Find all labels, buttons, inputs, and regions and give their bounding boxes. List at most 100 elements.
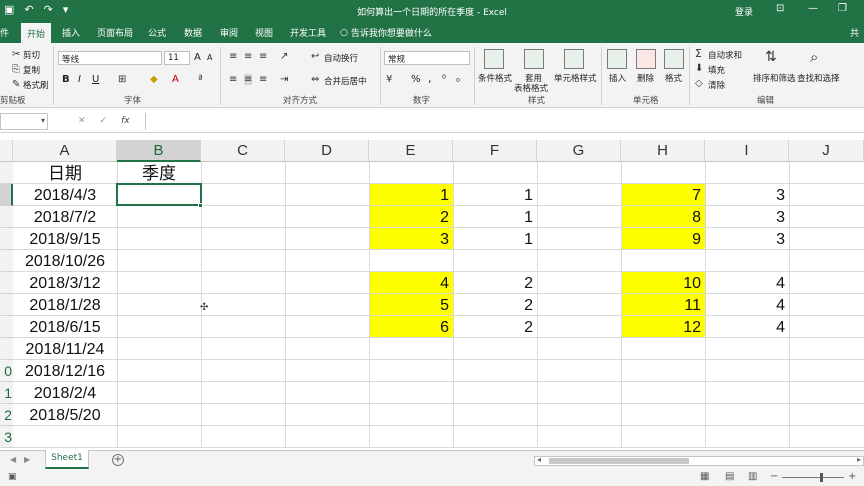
- page-layout-view-icon[interactable]: ▤: [725, 471, 734, 482]
- tab-data[interactable]: 数据: [184, 26, 202, 39]
- row-header[interactable]: 1: [0, 382, 13, 404]
- format-cells-button[interactable]: 格式: [665, 72, 682, 84]
- column-header-g[interactable]: G: [537, 140, 621, 162]
- cell-styles-button[interactable]: 单元格样式: [554, 72, 597, 84]
- cell-month[interactable]: 9: [621, 228, 701, 250]
- fill-button[interactable]: 填充: [708, 64, 725, 76]
- phonetic-icon[interactable]: ª: [198, 74, 203, 85]
- bold-button[interactable]: B: [62, 74, 70, 85]
- row-header[interactable]: [0, 250, 13, 272]
- page-break-view-icon[interactable]: ▥: [748, 471, 757, 482]
- font-name-select[interactable]: 等线: [58, 51, 162, 65]
- row-header[interactable]: [0, 206, 13, 228]
- cell-quarter[interactable]: 3: [705, 184, 785, 206]
- cell-date[interactable]: 2018/12/16: [13, 360, 117, 382]
- number-format-select[interactable]: 常规: [384, 51, 470, 65]
- row-header[interactable]: [0, 338, 13, 360]
- cell-month[interactable]: 6: [369, 316, 449, 338]
- cell-date[interactable]: 2018/11/24: [13, 338, 117, 360]
- indent-icon[interactable]: ⇥: [280, 74, 288, 85]
- tab-insert[interactable]: 插入: [62, 26, 80, 39]
- cell-month[interactable]: 2: [369, 206, 449, 228]
- cut-button[interactable]: 剪切: [23, 49, 40, 61]
- row-header[interactable]: 2: [0, 404, 13, 426]
- cell-quarter[interactable]: 3: [705, 228, 785, 250]
- cell-quarter[interactable]: 2: [453, 316, 533, 338]
- column-header-j[interactable]: J: [789, 140, 864, 162]
- scroll-right-icon[interactable]: ▸: [857, 455, 861, 464]
- cell-quarter[interactable]: 2: [453, 294, 533, 316]
- cell-month[interactable]: 1: [369, 184, 449, 206]
- row-header[interactable]: [0, 316, 13, 338]
- cell-quarter[interactable]: 1: [453, 206, 533, 228]
- delete-cells-button[interactable]: 删除: [637, 72, 654, 84]
- zoom-out-icon[interactable]: −: [770, 471, 778, 482]
- zoom-slider-thumb[interactable]: [820, 473, 823, 482]
- borders-icon[interactable]: ⊞: [118, 74, 126, 85]
- align-right-icon[interactable]: ≡: [259, 74, 267, 85]
- cancel-icon[interactable]: ✕: [78, 116, 86, 126]
- column-header-h[interactable]: H: [621, 140, 705, 162]
- increase-decimal-icon[interactable]: ⁰: [442, 74, 446, 85]
- horizontal-scrollbar[interactable]: ◂ ▸: [534, 455, 864, 466]
- cell-date[interactable]: 2018/6/15: [13, 316, 117, 338]
- scrollbar-thumb[interactable]: [549, 458, 689, 464]
- cell-quarter[interactable]: 3: [705, 206, 785, 228]
- active-cell-b2[interactable]: [116, 183, 202, 206]
- column-header-f[interactable]: F: [453, 140, 537, 162]
- row-header[interactable]: [0, 184, 13, 206]
- column-header-e[interactable]: E: [369, 140, 453, 162]
- select-all-corner[interactable]: [0, 140, 13, 162]
- tell-me-box[interactable]: ○ 告诉我你想要做什么: [340, 26, 432, 40]
- tab-review[interactable]: 审阅: [220, 26, 238, 39]
- cell-date[interactable]: 2018/5/20: [13, 404, 117, 426]
- italic-button[interactable]: I: [78, 74, 81, 85]
- sheet-nav-right-icon[interactable]: ▶: [24, 455, 30, 464]
- cell-date[interactable]: 2018/9/15: [13, 228, 117, 250]
- sheet-tab-sheet1[interactable]: Sheet1: [45, 450, 89, 469]
- font-color-icon[interactable]: A: [172, 74, 179, 85]
- column-header-i[interactable]: I: [705, 140, 789, 162]
- insert-function-icon[interactable]: fx: [121, 116, 130, 126]
- cell-quarter[interactable]: 4: [705, 272, 785, 294]
- minimize-icon[interactable]: —: [808, 3, 818, 14]
- name-box[interactable]: ▾: [0, 113, 48, 130]
- column-header-b[interactable]: B: [117, 140, 201, 162]
- ribbon-display-options-icon[interactable]: ⊡: [776, 3, 784, 14]
- copy-button[interactable]: 复制: [23, 64, 40, 76]
- enter-icon[interactable]: ✓: [100, 116, 108, 126]
- align-left-icon[interactable]: ≡: [229, 74, 237, 85]
- normal-view-icon[interactable]: ▦: [700, 471, 709, 482]
- tab-home[interactable]: 开始: [21, 23, 52, 43]
- column-header-c[interactable]: C: [201, 140, 285, 162]
- cell-month[interactable]: 8: [621, 206, 701, 228]
- add-sheet-button[interactable]: +: [112, 454, 124, 466]
- cell-date[interactable]: 2018/10/26: [13, 250, 117, 272]
- row-header[interactable]: [0, 228, 13, 250]
- tab-view[interactable]: 视图: [255, 26, 273, 39]
- decrease-decimal-icon[interactable]: ₀: [456, 74, 460, 85]
- zoom-slider[interactable]: [782, 477, 844, 478]
- accounting-format-icon[interactable]: ¥: [386, 74, 392, 85]
- tab-file[interactable]: 件: [0, 26, 9, 39]
- scroll-left-icon[interactable]: ◂: [537, 455, 541, 464]
- fill-color-icon[interactable]: ◆: [150, 74, 158, 85]
- clear-button[interactable]: 清除: [708, 79, 725, 91]
- cell-quarter[interactable]: 4: [705, 316, 785, 338]
- row-header[interactable]: [0, 272, 13, 294]
- cell-date[interactable]: 2018/4/3: [13, 184, 117, 206]
- align-bottom-icon[interactable]: ≡: [259, 51, 267, 62]
- cell-month[interactable]: 12: [621, 316, 701, 338]
- cell-month[interactable]: 4: [369, 272, 449, 294]
- find-select-button[interactable]: 查找和选择: [797, 72, 840, 84]
- cell-month[interactable]: 3: [369, 228, 449, 250]
- tab-formulas[interactable]: 公式: [148, 26, 166, 39]
- underline-button[interactable]: U: [92, 74, 99, 85]
- cell-month[interactable]: 11: [621, 294, 701, 316]
- align-middle-icon[interactable]: ≡: [244, 51, 252, 62]
- tab-page-layout[interactable]: 页面布局: [97, 26, 133, 39]
- align-top-icon[interactable]: ≡: [229, 51, 237, 62]
- formula-input[interactable]: [145, 113, 864, 130]
- cell-date[interactable]: 2018/7/2: [13, 206, 117, 228]
- conditional-format-button[interactable]: 条件格式: [478, 72, 512, 84]
